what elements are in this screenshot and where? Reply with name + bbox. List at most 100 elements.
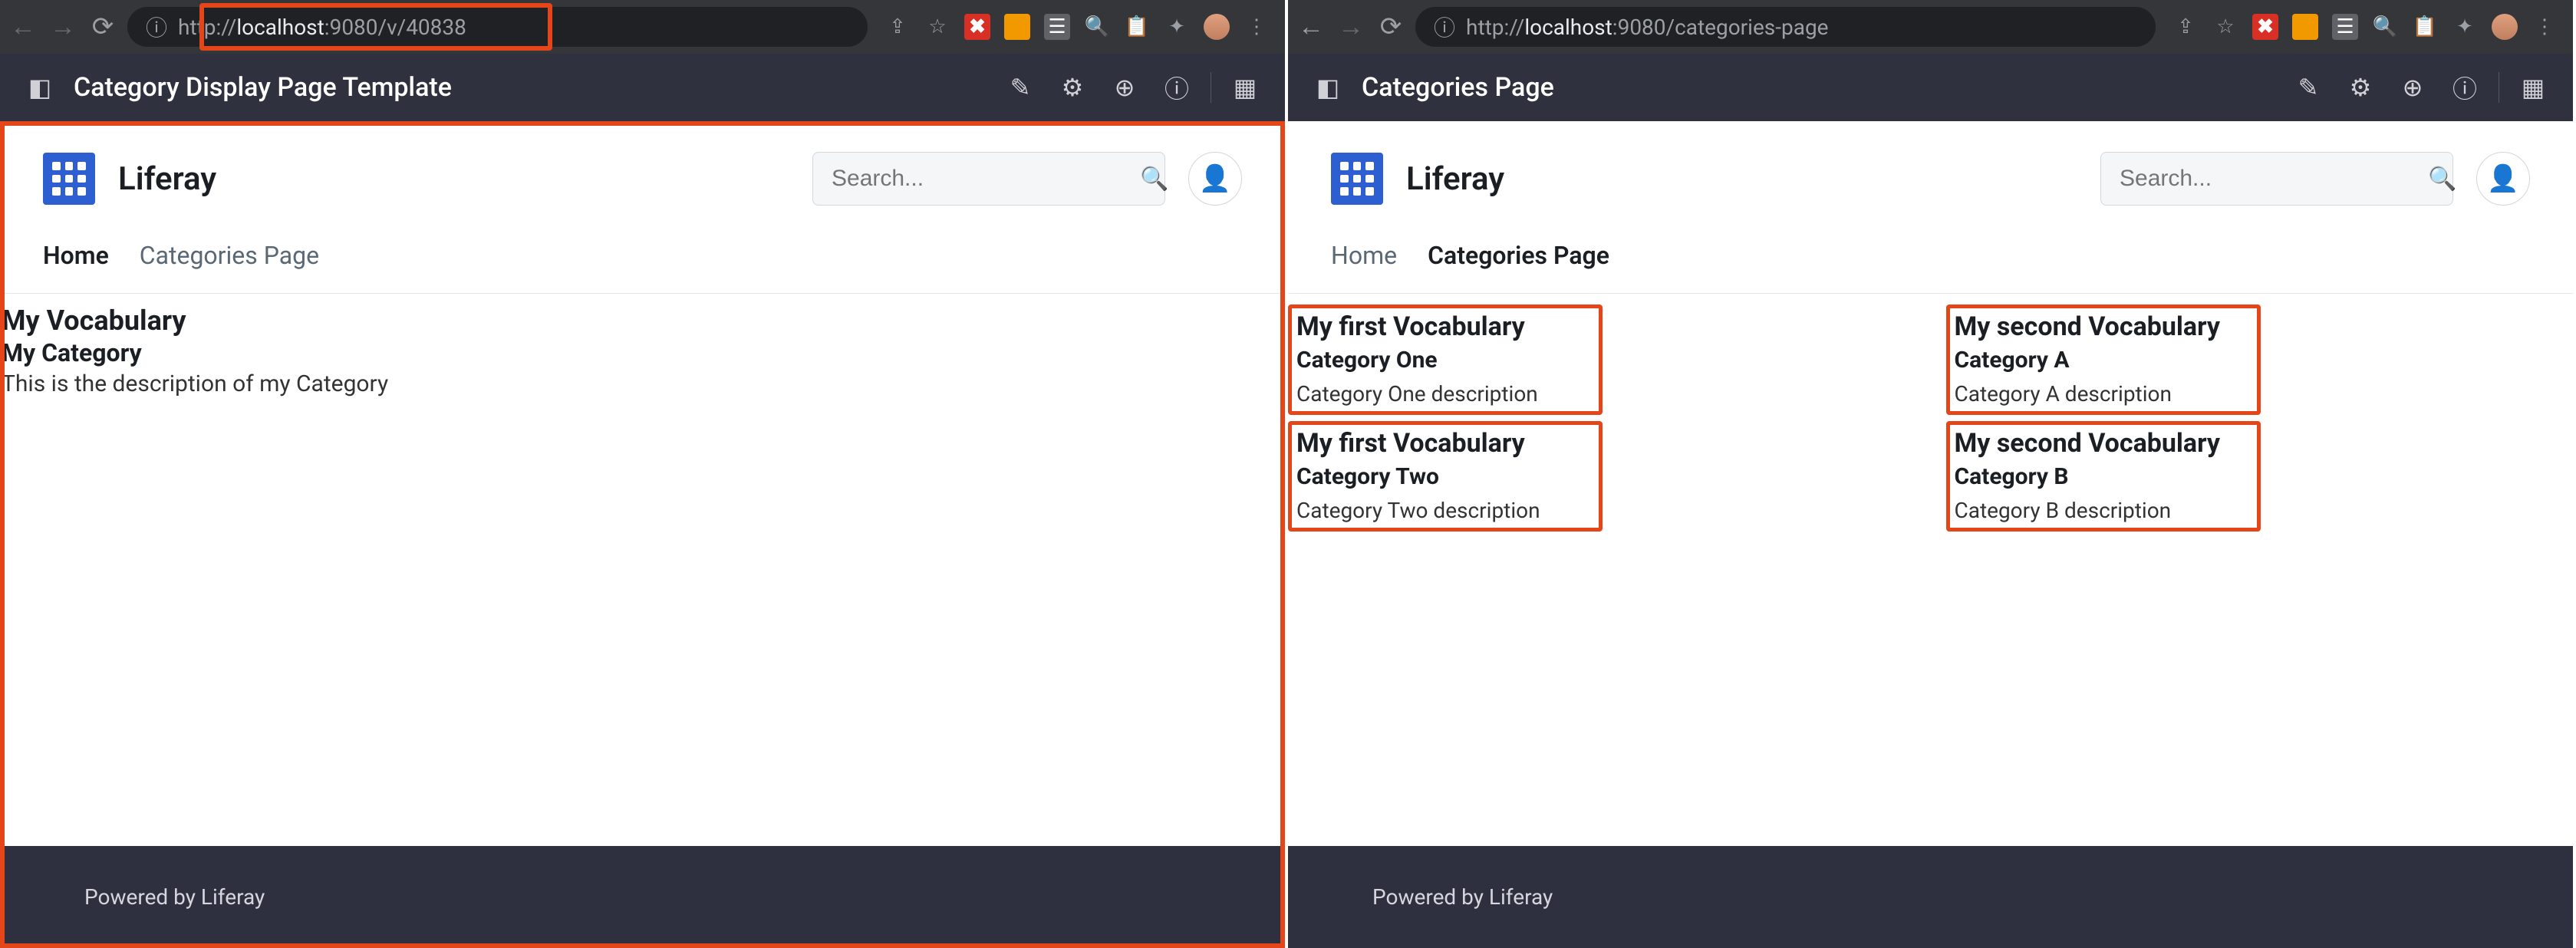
apps-grid-icon[interactable]: ▦ [1227,69,1263,106]
user-avatar-button[interactable]: 👤 [1188,152,1242,206]
bookmark-icon[interactable]: ☆ [924,14,950,40]
category-description: Category One description [1296,381,1594,407]
search-icon[interactable]: 🔍 [1140,166,1168,193]
target-icon[interactable]: ⊕ [2394,69,2431,106]
footer: Powered by Liferay [0,846,1285,948]
page-title: Categories Page [1362,72,2275,103]
extension-orange-icon[interactable] [2292,14,2318,40]
page-body: Liferay 🔍 👤 Home Categories Page My firs… [1288,121,2573,948]
toolbar-icons: ⇪ ☆ ✖ ☰ 🔍 📋 ✦ ⋮ [2165,14,2565,40]
vocab-title: My second Vocabulary [1955,428,2252,459]
extension-red-icon[interactable]: ✖ [2252,14,2278,40]
category-card: My first Vocabulary Category One Categor… [1288,304,1603,415]
apps-grid-icon[interactable]: ▦ [2515,69,2551,106]
url-text: http://localhost:9080/categories-page [1466,15,1829,40]
liferay-logo-icon [1331,153,1383,205]
liferay-logo-icon [43,153,95,205]
search-input[interactable] [832,166,1128,192]
edit-icon[interactable]: ✎ [1002,69,1039,106]
search-ext-icon[interactable]: 🔍 [2372,14,2398,40]
forward-button[interactable]: → [48,12,78,42]
control-bar: ◧ Category Display Page Template ✎ ⚙ ⊕ ⓘ… [0,54,1285,121]
category-card: My second Vocabulary Category A Category… [1946,304,2261,415]
category-description: Category Two description [1296,498,1594,523]
gear-icon[interactable]: ⚙ [2342,69,2379,106]
profile-avatar-icon[interactable] [2492,14,2518,40]
clipboard-ext-icon[interactable]: 📋 [2412,14,2438,40]
nav-tabs: Home Categories Page [1288,218,2573,294]
footer-text: Powered by Liferay [84,884,265,910]
share-icon[interactable]: ⇪ [2172,14,2199,40]
category-grid: My first Vocabulary Category One Categor… [1288,304,2573,532]
site-info-icon[interactable]: ⓘ [146,12,167,42]
category-description: Category B description [1955,498,2252,523]
footer: Powered by Liferay [1288,846,2573,948]
edit-icon[interactable]: ✎ [2290,69,2327,106]
browser-chrome: ← → ⟳ ⓘ http://localhost:9080/v/40838 ⇪ … [0,0,1285,54]
site-info-icon[interactable]: ⓘ [1434,12,1455,42]
toolbar-icons: ⇪ ☆ ✖ ☰ 🔍 📋 ✦ ⋮ [877,14,1277,40]
control-bar: ◧ Categories Page ✎ ⚙ ⊕ ⓘ ▦ [1288,54,2573,121]
brand-name: Liferay [118,160,789,198]
search-box[interactable]: 🔍 [2100,152,2453,206]
user-avatar-button[interactable]: 👤 [2476,152,2530,206]
address-bar[interactable]: ⓘ http://localhost:9080/v/40838 [127,7,868,47]
nav-tabs: Home Categories Page [0,218,1285,294]
page-template-title: Category Display Page Template [74,72,987,103]
vocab-title: My second Vocabulary [1955,311,2252,342]
vocab-title: My first Vocabulary [1296,428,1594,459]
extension-orange-icon[interactable] [1004,14,1030,40]
vocab-block: My Vocabulary My Category This is the de… [0,304,1285,397]
category-title: Category A [1955,347,2252,374]
category-description: This is the description of my Category [2,370,1285,397]
extensions-puzzle-icon[interactable]: ✦ [1164,14,1190,40]
extension-gray-icon[interactable]: ☰ [1044,14,1070,40]
search-box[interactable]: 🔍 [812,152,1165,206]
nav-home[interactable]: Home [1331,241,1397,270]
address-bar[interactable]: ⓘ http://localhost:9080/categories-page [1415,7,2156,47]
page-body: Liferay 🔍 👤 Home Categories Page My Voca… [0,121,1285,948]
nav-categories[interactable]: Categories Page [1428,241,1609,270]
category-title: My Category [2,338,1285,367]
nav-home[interactable]: Home [43,241,109,270]
gear-icon[interactable]: ⚙ [1054,69,1091,106]
kebab-menu-icon[interactable]: ⋮ [2532,14,2558,40]
profile-avatar-icon[interactable] [1204,14,1230,40]
extensions-puzzle-icon[interactable]: ✦ [2452,14,2478,40]
brand-name: Liferay [1406,160,2077,198]
page-header: Liferay 🔍 👤 [1288,121,2573,218]
category-description: Category A description [1955,381,2252,407]
kebab-menu-icon[interactable]: ⋮ [1244,14,1270,40]
info-icon[interactable]: ⓘ [1158,69,1195,106]
vocab-title: My Vocabulary [2,304,1285,337]
category-title: Category B [1955,463,2252,490]
window-right: ← → ⟳ ⓘ http://localhost:9080/categories… [1288,0,2576,948]
forward-button[interactable]: → [1336,12,1366,42]
search-input[interactable] [2120,166,2416,192]
info-icon[interactable]: ⓘ [2446,69,2483,106]
nav-categories[interactable]: Categories Page [140,241,319,270]
vocab-title: My first Vocabulary [1296,311,1594,342]
extension-gray-icon[interactable]: ☰ [2332,14,2358,40]
search-icon[interactable]: 🔍 [2428,166,2456,193]
content-area: My Vocabulary My Category This is the de… [0,294,1285,846]
back-button[interactable]: ← [8,12,38,42]
category-card: My first Vocabulary Category Two Categor… [1288,421,1603,532]
footer-text: Powered by Liferay [1372,884,1553,910]
page-header: Liferay 🔍 👤 [0,121,1285,218]
panel-toggle-icon[interactable]: ◧ [1309,69,1346,106]
target-icon[interactable]: ⊕ [1106,69,1143,106]
extension-red-icon[interactable]: ✖ [964,14,990,40]
content-area: My first Vocabulary Category One Categor… [1288,294,2573,846]
search-ext-icon[interactable]: 🔍 [1084,14,1110,40]
panel-toggle-icon[interactable]: ◧ [21,69,58,106]
reload-button[interactable]: ⟳ [1375,12,1406,42]
clipboard-ext-icon[interactable]: 📋 [1124,14,1150,40]
category-title: Category One [1296,347,1594,374]
share-icon[interactable]: ⇪ [884,14,911,40]
category-card: My second Vocabulary Category B Category… [1946,421,2261,532]
browser-chrome: ← → ⟳ ⓘ http://localhost:9080/categories… [1288,0,2573,54]
reload-button[interactable]: ⟳ [87,12,118,42]
bookmark-icon[interactable]: ☆ [2212,14,2238,40]
back-button[interactable]: ← [1296,12,1326,42]
